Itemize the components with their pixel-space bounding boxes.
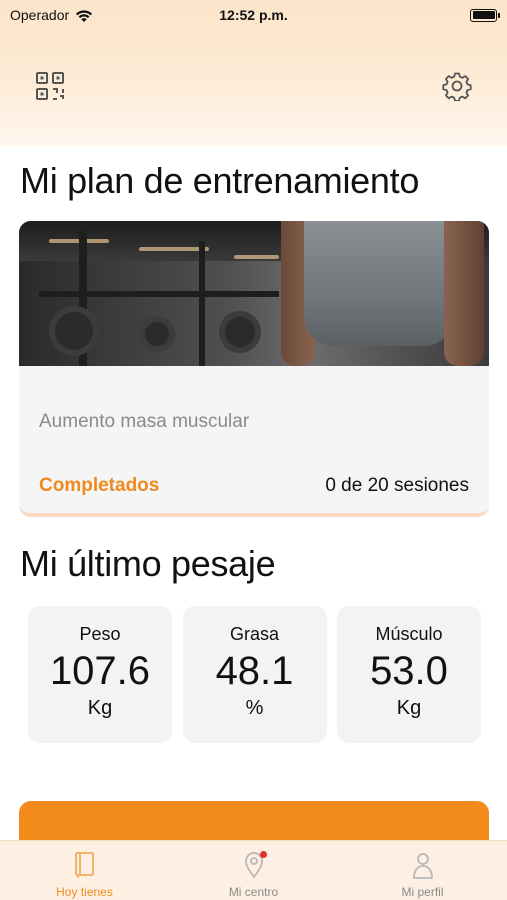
tab-label: Hoy tienes xyxy=(56,885,113,899)
metric-value: 53.0 xyxy=(370,649,448,693)
bottom-tab-bar: Hoy tienes Mi centro Mi perfil xyxy=(0,840,507,900)
training-plan-card[interactable]: Aumento masa muscular Completados 0 de 2… xyxy=(19,221,489,517)
carrier-label: Operador xyxy=(10,7,70,23)
metric-label: Peso xyxy=(79,624,121,644)
settings-button[interactable] xyxy=(437,66,477,106)
sessions-count: 0 de 20 sesiones xyxy=(325,475,469,496)
metric-value: 48.1 xyxy=(215,649,294,693)
metric-card-weight[interactable]: Peso 107.6 Kg xyxy=(28,606,172,743)
gear-icon xyxy=(442,72,472,101)
plan-cover-image xyxy=(19,221,489,366)
plan-progress-row: Completados 0 de 20 sesiones xyxy=(39,475,469,497)
tab-label: Mi perfil xyxy=(401,885,444,899)
metric-unit: Kg xyxy=(396,697,422,719)
completed-label: Completados xyxy=(39,475,160,496)
status-time: 12:52 p.m. xyxy=(219,7,288,23)
metric-label: Grasa xyxy=(229,624,280,644)
tab-label: Mi centro xyxy=(228,885,279,899)
qr-code-icon xyxy=(36,72,64,100)
weigh-in-section-title: Mi último pesaje xyxy=(20,543,276,584)
metric-unit: Kg xyxy=(87,697,113,719)
book-icon xyxy=(74,852,94,878)
qr-code-button[interactable] xyxy=(30,66,70,106)
plan-section-title: Mi plan de entrenamiento xyxy=(20,160,420,201)
wifi-icon xyxy=(76,9,93,22)
plan-name: Aumento masa muscular xyxy=(39,411,250,432)
metric-label: Músculo xyxy=(375,624,443,644)
weigh-in-metrics: Peso 107.6 Kg Grasa 48.1 % Músculo 53.0 … xyxy=(28,606,481,743)
metric-card-fat[interactable]: Grasa 48.1 % xyxy=(182,606,327,743)
tab-hoy-tienes[interactable]: Hoy tienes xyxy=(0,841,169,900)
metric-unit: % xyxy=(245,697,264,719)
metric-card-muscle[interactable]: Músculo 53.0 Kg xyxy=(337,606,481,743)
status-bar: Operador 12:52 p.m. xyxy=(0,0,507,30)
notification-dot xyxy=(259,851,267,858)
metric-value: 107.6 xyxy=(49,649,151,693)
battery-icon xyxy=(470,8,500,22)
tab-mi-centro[interactable]: Mi centro xyxy=(169,841,338,900)
tab-mi-perfil[interactable]: Mi perfil xyxy=(338,841,507,900)
person-icon xyxy=(412,853,433,879)
